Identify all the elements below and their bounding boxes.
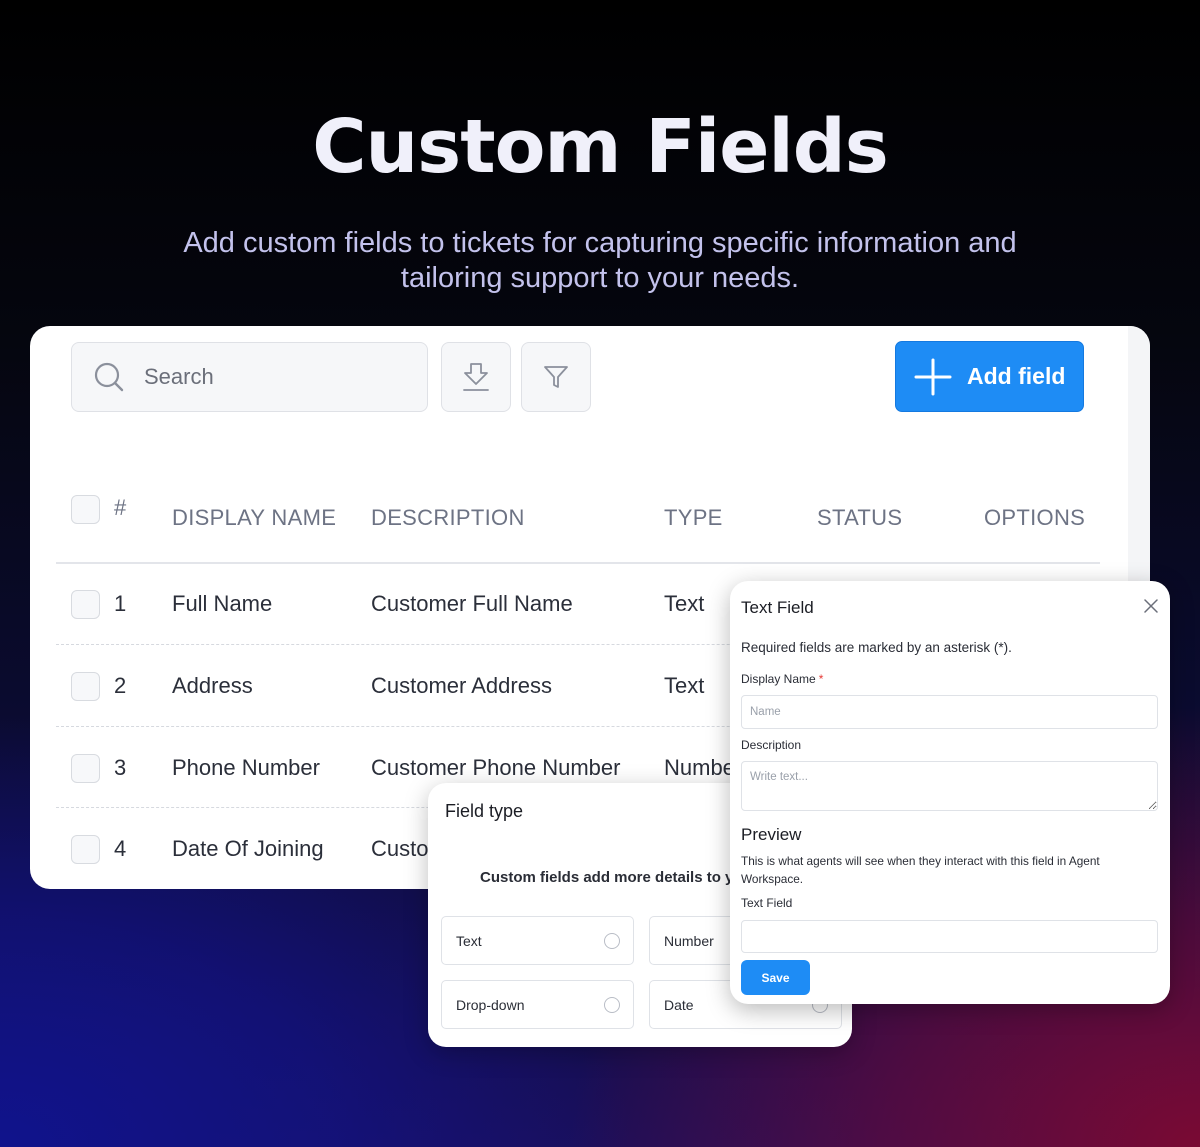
row-description: Customer Full Name bbox=[371, 591, 573, 616]
field-type-description: Custom fields add more details to y bbox=[480, 869, 734, 886]
download-icon bbox=[463, 363, 489, 391]
row-number: 3 bbox=[114, 755, 127, 780]
close-icon[interactable] bbox=[1144, 599, 1158, 613]
column-header-type[interactable]: TYPE bbox=[664, 505, 723, 531]
field-type-title: Field type bbox=[445, 801, 524, 821]
row-number: 1 bbox=[114, 591, 127, 616]
export-button[interactable] bbox=[441, 342, 511, 412]
display-name-label-text: Display Name bbox=[741, 672, 816, 686]
column-header-display-name[interactable]: DISPLAY NAME bbox=[172, 505, 336, 531]
column-header-description[interactable]: DESCRIPTION bbox=[371, 505, 525, 531]
row-type: Text bbox=[664, 591, 705, 616]
row-description: Customer Address bbox=[371, 673, 552, 698]
add-field-button[interactable]: Add field bbox=[895, 341, 1084, 412]
column-header-status[interactable]: STATUS bbox=[817, 505, 902, 531]
display-name-label: Display Name * bbox=[741, 672, 823, 686]
column-header-number: # bbox=[114, 495, 127, 520]
row-display-name: Date Of Joining bbox=[172, 836, 324, 861]
row-description: Custo bbox=[371, 836, 429, 861]
row-number: 2 bbox=[114, 673, 127, 698]
filter-button[interactable] bbox=[521, 342, 591, 412]
search-input[interactable] bbox=[144, 364, 404, 390]
search-box[interactable] bbox=[71, 342, 428, 412]
row-type: Text bbox=[664, 673, 705, 698]
hero-title: Custom Fields bbox=[312, 104, 889, 190]
search-icon bbox=[94, 362, 124, 392]
row-checkbox[interactable] bbox=[71, 672, 100, 701]
description-textarea[interactable] bbox=[741, 761, 1158, 811]
radio-button[interactable] bbox=[604, 933, 620, 949]
filter-icon bbox=[544, 366, 568, 388]
row-display-name: Full Name bbox=[172, 591, 273, 616]
text-field-modal: Text Field Required fields are marked by… bbox=[730, 581, 1170, 1004]
preview-heading: Preview bbox=[741, 825, 802, 844]
save-button[interactable]: Save bbox=[741, 960, 810, 995]
column-header-options: OPTIONS bbox=[984, 505, 1086, 530]
description-label: Description bbox=[741, 738, 802, 752]
row-display-name: Address bbox=[172, 673, 253, 698]
row-number: 4 bbox=[114, 836, 127, 861]
hero-subtitle: Add custom fields to tickets for capturi… bbox=[183, 227, 1017, 294]
preview-text-input[interactable] bbox=[741, 920, 1158, 953]
preview-description: This is what agents will see when they i… bbox=[741, 854, 1100, 886]
row-type: Numbe bbox=[664, 755, 735, 780]
option-label: Number bbox=[664, 933, 714, 949]
required-asterisk: * bbox=[818, 672, 824, 686]
option-label: Drop-down bbox=[456, 997, 525, 1013]
select-all-checkbox[interactable] bbox=[71, 495, 100, 524]
row-checkbox[interactable] bbox=[71, 835, 100, 864]
required-note: Required fields are marked by an asteris… bbox=[741, 640, 1012, 655]
plus-icon bbox=[914, 358, 952, 395]
header-divider bbox=[56, 562, 1100, 564]
display-name-input[interactable] bbox=[741, 695, 1158, 729]
preview-field-label: Text Field bbox=[741, 896, 793, 910]
text-field-title: Text Field bbox=[741, 598, 814, 617]
option-label: Text bbox=[456, 933, 482, 949]
field-type-option-dropdown[interactable]: Drop-down bbox=[441, 980, 634, 1029]
row-checkbox[interactable] bbox=[71, 590, 100, 619]
field-type-option-text[interactable]: Text bbox=[441, 916, 634, 965]
row-display-name: Phone Number bbox=[172, 755, 320, 780]
row-description: Customer Phone Number bbox=[371, 755, 621, 780]
row-checkbox[interactable] bbox=[71, 754, 100, 783]
radio-button[interactable] bbox=[604, 997, 620, 1013]
option-label: Date bbox=[664, 997, 694, 1013]
add-field-label: Add field bbox=[967, 363, 1066, 389]
